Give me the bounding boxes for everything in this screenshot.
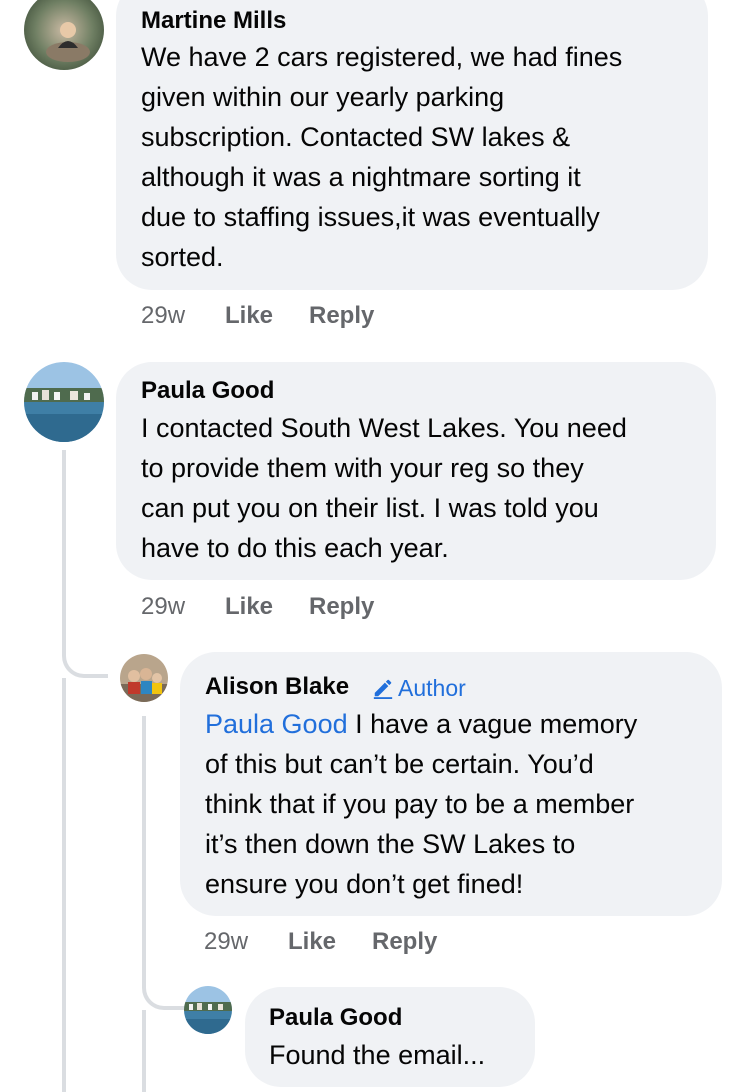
thread-connector	[142, 966, 186, 1010]
comment-text: Paula Good I have a vague memory of this…	[205, 709, 638, 899]
commenter-name[interactable]: Paula Good	[269, 1004, 402, 1032]
timestamp[interactable]: 29w	[204, 927, 248, 957]
comment-actions: 29w Like Reply	[204, 927, 504, 957]
like-button[interactable]: Like	[225, 301, 273, 331]
comment-bubble: Paula Good I contacted South West Lakes.…	[116, 362, 716, 580]
avatar-paula-good[interactable]	[24, 362, 104, 442]
reply-button[interactable]: Reply	[309, 301, 374, 331]
thread-connector	[62, 640, 108, 678]
comment-bubble: Martine Mills We have 2 cars registered,…	[116, 0, 708, 290]
reply-button[interactable]: Reply	[372, 927, 437, 957]
comment-actions: 29w Like Reply	[141, 301, 441, 331]
commenter-name[interactable]: Paula Good	[141, 377, 274, 405]
comment-actions: 29w Like Reply	[141, 592, 441, 622]
commenter-name[interactable]: Martine Mills	[141, 7, 286, 35]
thread-line	[62, 450, 66, 650]
comment-text: Found the email...	[269, 1040, 486, 1070]
like-button[interactable]: Like	[288, 927, 336, 957]
avatar-martine-mills[interactable]	[24, 0, 104, 70]
reply-button[interactable]: Reply	[309, 592, 374, 622]
avatar-alison-blake[interactable]	[120, 654, 168, 702]
comment-bubble: Alison Blake Author Paula Good I have a …	[180, 652, 722, 916]
like-button[interactable]: Like	[225, 592, 273, 622]
timestamp[interactable]: 29w	[141, 301, 185, 331]
thread-line	[62, 678, 66, 1092]
pencil-icon	[373, 679, 393, 699]
comment-text: I contacted South West Lakes. You need t…	[141, 413, 627, 563]
avatar-paula-good[interactable]	[184, 986, 232, 1034]
mention-link[interactable]: Paula Good	[205, 709, 348, 739]
thread-line	[142, 1010, 146, 1092]
commenter-name[interactable]: Alison Blake	[205, 673, 349, 701]
timestamp[interactable]: 29w	[141, 592, 185, 622]
thread-line	[142, 716, 146, 972]
author-badge: Author	[372, 674, 466, 702]
comment-bubble: Paula Good Found the email...	[245, 987, 535, 1087]
comment-text: We have 2 cars registered, we had fines …	[141, 42, 623, 272]
